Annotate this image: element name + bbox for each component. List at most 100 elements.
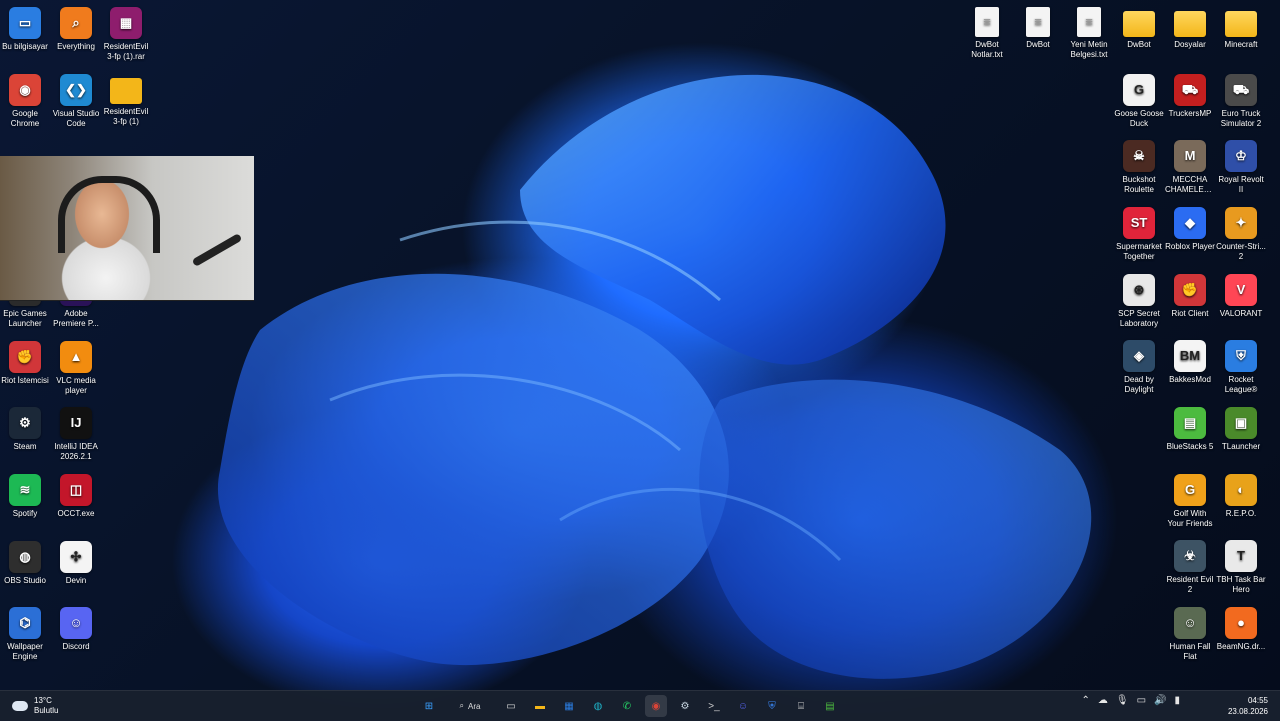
desktop-icon-label-line2: Code — [66, 118, 86, 128]
desktop-icon-label: TBH Task Bar — [1216, 575, 1266, 584]
desktop-icon[interactable]: ◍ OBS Studio — [0, 537, 50, 586]
desktop-icon-label: ResidentEvil — [103, 42, 149, 51]
desktop-icon-label: Steam — [13, 442, 37, 452]
desktop-icon-label: Riot İstemcisi — [1, 375, 49, 385]
clock-date: 23.08.2026 — [1227, 707, 1268, 716]
desktop-icon[interactable]: G Golf With Your Friends — [1165, 470, 1215, 529]
desktop-icon[interactable]: ≡ DwBot — [1013, 3, 1063, 50]
desktop-icon-label-line2: Notlar.txt — [971, 50, 1003, 59]
desktop-icon[interactable]: V VALORANT — [1216, 270, 1266, 319]
desktop-icon[interactable]: ☣ Resident Evil 2 — [1165, 536, 1215, 595]
desktop-icon[interactable]: BM BakkesMod — [1165, 336, 1215, 385]
desktop-icon-label: IntelliJ IDEA — [54, 442, 98, 452]
chevron-up-icon[interactable]: ⌃ — [1081, 695, 1089, 706]
desktop-icon[interactable]: IJ IntelliJ IDEA 2026.2.1 — [51, 403, 101, 462]
volume-icon[interactable]: 🔊 — [1154, 695, 1166, 706]
desktop-icon[interactable]: ⛟ TruckersMP — [1165, 70, 1215, 119]
desktop-icon[interactable]: ≡ Yeni Metin Belgesi.txt — [1064, 3, 1114, 60]
desktop-icon[interactable]: ResidentEvil 3-fp (1) — [101, 70, 151, 127]
desktop-icon[interactable]: DwBot — [1114, 3, 1164, 50]
store-icon[interactable]: ▦ — [558, 695, 580, 717]
desktop-icon[interactable]: ≡ DwBot Notlar.txt — [962, 3, 1012, 60]
file-explorer-icon[interactable]: ▬ — [529, 695, 551, 717]
taskbar-search-button[interactable]: ⌕ Ara — [447, 695, 493, 717]
desktop-icon[interactable]: ◐ R.E.P.O. — [1216, 470, 1266, 519]
desktop-icon[interactable]: ⚙ Steam — [0, 403, 50, 452]
desktop-icon[interactable]: ⌕ Everything — [51, 3, 101, 52]
bakkesmod-icon: BM — [1174, 340, 1206, 372]
onedrive-icon[interactable]: ☁ — [1098, 695, 1108, 706]
desktop-icon[interactable]: ✣ Devin — [51, 537, 101, 586]
desktop-icon[interactable]: ✊ Riot Client — [1165, 270, 1215, 319]
desktop-icon[interactable]: ≋ Spotify — [0, 470, 50, 519]
desktop-icon[interactable]: ⛨ Rocket League® — [1216, 336, 1266, 395]
desktop-icon-label: TLauncher — [1221, 442, 1261, 451]
desktop-icon[interactable]: ⛟ Euro Truck Simulator 2 — [1216, 70, 1266, 129]
desktop-icon-label: Human Fall — [1169, 642, 1211, 651]
desktop-icon-label: Minecraft — [1224, 40, 1258, 49]
desktop-icon-label: Counter-Stri... — [1216, 242, 1266, 251]
taskbar-apps: ⊞ ⌕ Ara ▭ ▬ ▦ ◍ ✆ ◉ ⚙ >_ ☺ ⛨ ⌸ ▤ — [418, 694, 841, 718]
desktop-icon[interactable]: ● BeamNG.dr... — [1216, 603, 1266, 652]
weather-widget[interactable]: 13°C Bulutlu — [12, 696, 58, 716]
clock[interactable]: 04:55 23.08.2026 — [1228, 695, 1268, 717]
desktop-icon[interactable]: ◆ Roblox Player — [1165, 203, 1215, 252]
desktop-icon-label-line2: 3-fp (1) — [113, 116, 139, 126]
winrar-icon: ▦ — [110, 7, 142, 39]
desktop-icon-label: DwBot — [975, 40, 999, 49]
start-icon[interactable]: ⊞ — [418, 695, 440, 717]
desktop-icon-label-line2: 2 — [1238, 252, 1244, 261]
whatsapp-icon[interactable]: ✆ — [616, 695, 638, 717]
desktop-icon[interactable]: ☺ Human Fall Flat — [1165, 603, 1215, 662]
desktop-icon[interactable]: G Goose Goose Duck — [1114, 70, 1164, 129]
desktop-icon-label-line2: 2026.2.1 — [60, 452, 92, 462]
desktop-icon-label-line2: Chrome — [10, 118, 40, 128]
desktop-icon-label: Roblox Player — [1165, 242, 1215, 251]
steam-icon: ⚙ — [9, 407, 41, 440]
display-icon[interactable]: ▭ — [1137, 695, 1146, 706]
terminal-icon[interactable]: >_ — [703, 695, 725, 717]
desktop-icon[interactable]: Minecraft — [1216, 3, 1266, 50]
desktop-icon-label: Euro Truck — [1221, 109, 1261, 118]
microphone-icon[interactable]: 🎙 — [1116, 695, 1129, 706]
desktop-icon[interactable]: ▣ TLauncher — [1216, 403, 1266, 452]
desktop-icon[interactable]: ✊ Riot İstemcisi — [0, 337, 50, 386]
desktop-icon[interactable]: ◉ Google Chrome — [0, 70, 50, 129]
battery-icon[interactable]: ▮ — [1174, 695, 1180, 706]
desktop-icon-label: SCP Secret — [1118, 309, 1160, 318]
steam-icon[interactable]: ⚙ — [674, 695, 696, 717]
desktop-icon[interactable]: ▲ VLC media player — [51, 337, 101, 396]
desktop-icon-label: DwBot — [1127, 40, 1151, 49]
desktop-icon-label: Everything — [57, 42, 95, 51]
desktop-icon[interactable]: ◫ OCCT.exe — [51, 470, 101, 519]
desktop-icon[interactable]: ❮❯ Visual Studio Code — [51, 70, 101, 129]
chrome-icon[interactable]: ◉ — [645, 695, 667, 717]
desktop-icon-label-line2: Flat — [1183, 652, 1197, 661]
desktop-icon[interactable]: Dosyalar — [1165, 3, 1215, 50]
desktop-icon-label: Dosyalar — [1174, 40, 1206, 49]
vpn-icon[interactable]: ⛨ — [761, 695, 783, 717]
desktop-icon[interactable]: ☺ Discord — [51, 603, 101, 652]
desktop-icon[interactable]: T TBH Task Bar Hero — [1216, 536, 1266, 595]
desktop-icon[interactable]: ✦ Counter-Stri... 2 — [1216, 203, 1266, 262]
edge-icon[interactable]: ◍ — [587, 695, 609, 717]
bluestacks-icon[interactable]: ▤ — [819, 695, 841, 717]
desktop-icon[interactable]: ST Supermarket Together — [1114, 203, 1164, 262]
network-tool-icon[interactable]: ⌸ — [790, 695, 812, 717]
desktop-icon[interactable]: ▦ ResidentEvil 3-fp (1).rar — [101, 3, 151, 62]
desktop-icon[interactable]: ♔ Royal Revolt II — [1216, 136, 1266, 195]
desktop-icon-label: BeamNG.dr... — [1216, 642, 1266, 651]
desktop-icon[interactable]: ▤ BlueStacks 5 — [1165, 403, 1215, 452]
desktop-icon[interactable]: ⌬ Wallpaper Engine — [0, 603, 50, 662]
discord-icon[interactable]: ☺ — [732, 695, 754, 717]
desktop-icon[interactable]: ⊛ SCP Secret Laboratory — [1114, 270, 1164, 329]
task-view-icon[interactable]: ▭ — [500, 695, 522, 717]
desktop-icon[interactable]: M MECCHA CHAMELEON — [1165, 136, 1215, 195]
desktop-icon-label: BlueStacks 5 — [1166, 442, 1214, 451]
desktop-icon-label-line2: League® — [1224, 385, 1258, 394]
desktop-icon[interactable]: ▭ Bu bilgisayar — [0, 3, 50, 52]
desktop-icon[interactable]: ◈ Dead by Daylight — [1114, 336, 1164, 395]
monitor-icon: ▭ — [9, 7, 41, 39]
desktop-icon[interactable]: ☠ Buckshot Roulette — [1114, 136, 1164, 195]
desktop-icon-label: R.E.P.O. — [1225, 509, 1257, 518]
